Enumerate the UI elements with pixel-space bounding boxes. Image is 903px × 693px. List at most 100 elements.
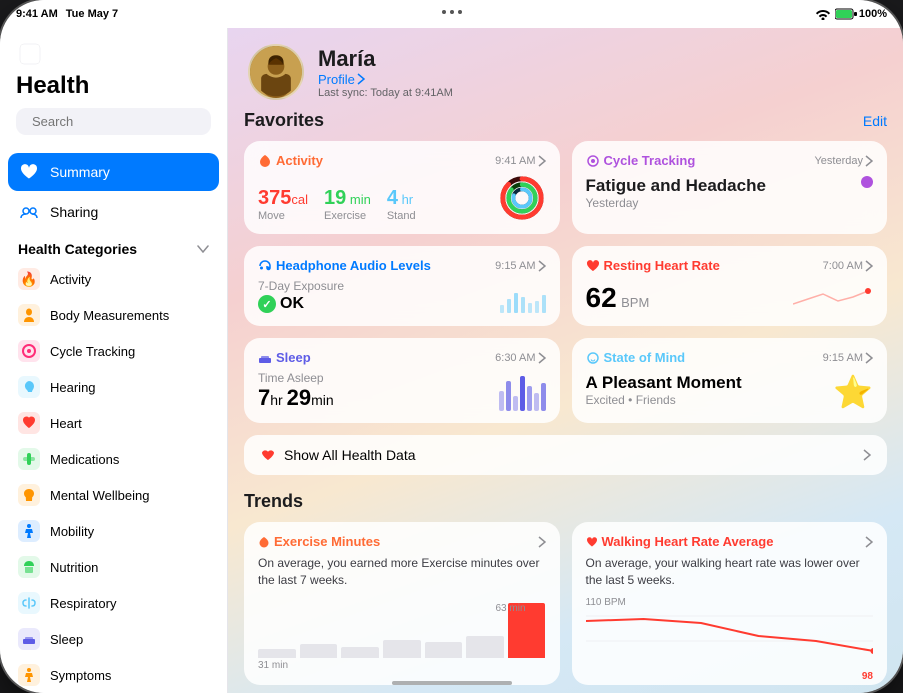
sidebar-item-sleep[interactable]: Sleep — [8, 621, 219, 657]
trends-grid: Exercise Minutes On average, you earned … — [244, 522, 887, 685]
mental-wellbeing-label: Mental Wellbeing — [50, 488, 149, 503]
sidebar-item-body-measurements[interactable]: Body Measurements — [8, 297, 219, 333]
sidebar-header: Health — [0, 28, 227, 153]
resting-heart-rate-card[interactable]: Resting Heart Rate 7:00 AM 62 — [572, 246, 888, 326]
respiratory-label: Respiratory — [50, 596, 116, 611]
status-time: 9:41 AM — [16, 8, 58, 20]
mobility-cat-icon — [18, 520, 40, 542]
medications-cat-icon — [18, 448, 40, 470]
activity-card-title: Activity — [258, 153, 323, 168]
search-bar[interactable] — [16, 108, 211, 135]
heart-rate-card-title: Resting Heart Rate — [586, 258, 720, 273]
favorites-grid: Activity 9:41 AM 375cal — [244, 141, 887, 423]
sidebar-item-sharing[interactable]: Sharing — [8, 193, 219, 231]
wifi-icon — [815, 8, 831, 20]
headphone-time: 9:15 AM — [495, 260, 545, 272]
profile-name: María — [318, 46, 453, 72]
profile-link[interactable]: Profile — [318, 72, 453, 87]
nutrition-label: Nutrition — [50, 560, 98, 575]
sharing-nav-icon — [18, 201, 40, 223]
cycle-tracking-card-title: Cycle Tracking — [586, 153, 696, 168]
sharing-label: Sharing — [50, 204, 98, 220]
fatigue-title: Fatigue and Headache — [586, 176, 766, 196]
battery-level: 100% — [859, 8, 887, 20]
sleep-bars — [499, 376, 546, 411]
main-content: María Profile Last sync: Today at 9:41AM… — [228, 28, 903, 693]
walking-hr-chart: 110 BPM 98 — [586, 597, 874, 667]
sidebar-nav: Summary Sharing Health C — [0, 153, 227, 693]
exercise-trend-chart: 63 min — [258, 603, 546, 673]
state-of-mind-card[interactable]: State of Mind 9:15 AM A Pleasant Moment — [572, 338, 888, 423]
sidebar-item-heart[interactable]: Heart — [8, 405, 219, 441]
headphone-card-title: Headphone Audio Levels — [258, 258, 431, 273]
app-icon — [16, 40, 44, 68]
sleep-duration: 7hr 29min — [258, 385, 334, 411]
sidebar-item-summary[interactable]: Summary — [8, 153, 219, 191]
activity-ring — [498, 174, 546, 222]
chevron-down-icon — [197, 245, 209, 253]
sleep-label: Sleep — [50, 632, 83, 647]
activity-card[interactable]: Activity 9:41 AM 375cal — [244, 141, 560, 234]
walking-hr-chevron — [865, 536, 873, 548]
sleep-card[interactable]: Sleep 6:30 AM Time Asleep — [244, 338, 560, 423]
exercise-minutes-trend[interactable]: Exercise Minutes On average, you earned … — [244, 522, 560, 685]
cycle-time: Yesterday — [814, 155, 873, 167]
cycle-tracking-card[interactable]: Cycle Tracking Yesterday Fatigue and Hea… — [572, 141, 888, 234]
star-icon: ⭐ — [833, 373, 873, 411]
headphone-audio-card[interactable]: Headphone Audio Levels 9:15 AM 7-Day Exp… — [244, 246, 560, 326]
symptoms-cat-icon — [18, 664, 40, 686]
profile-sync: Last sync: Today at 9:41AM — [318, 87, 453, 99]
show-all-health-button[interactable]: Show All Health Data — [244, 435, 887, 475]
exercise-trend-title: Exercise Minutes — [258, 534, 380, 549]
hearing-cat-icon — [18, 376, 40, 398]
sidebar-item-respiratory[interactable]: Respiratory — [8, 585, 219, 621]
cycle-dot — [861, 176, 873, 188]
sidebar-item-cycle-tracking[interactable]: Cycle Tracking — [8, 333, 219, 369]
exercise-trend-chevron — [538, 536, 546, 548]
sleep-cat-icon — [18, 628, 40, 650]
profile-bar: María Profile Last sync: Today at 9:41AM — [228, 28, 903, 110]
device-screen: 9:41 AM Tue May 7 100% — [0, 0, 903, 693]
activity-stats: 375cal Move 19 min Exercise 4 hr — [258, 187, 416, 222]
body-measurements-cat-icon — [18, 304, 40, 326]
heart-cat-icon — [18, 412, 40, 434]
state-of-mind-title: State of Mind — [586, 350, 686, 365]
walking-heart-rate-trend[interactable]: Walking Heart Rate Average On average, y… — [572, 522, 888, 685]
health-categories-title: Health Categories — [18, 241, 137, 257]
mental-wellbeing-cat-icon — [18, 484, 40, 506]
walking-hr-bottom: 98 — [586, 671, 874, 682]
sidebar-item-nutrition[interactable]: Nutrition — [8, 549, 219, 585]
sidebar-item-mobility[interactable]: Mobility — [8, 513, 219, 549]
exercise-trend-desc: On average, you earned more Exercise min… — [258, 555, 546, 589]
sidebar-item-symptoms[interactable]: Symptoms — [8, 657, 219, 693]
status-bar: 9:41 AM Tue May 7 100% — [0, 0, 903, 28]
activity-label: Activity — [50, 272, 91, 287]
profile-info: María Profile Last sync: Today at 9:41AM — [318, 46, 453, 99]
symptoms-label: Symptoms — [50, 668, 111, 683]
fatigue-date: Yesterday — [586, 196, 766, 210]
max-label: 63 min — [495, 603, 525, 614]
walking-hr-desc: On average, your walking heart rate was … — [586, 555, 874, 589]
sidebar-item-medications[interactable]: Medications — [8, 441, 219, 477]
mood-tags: Excited • Friends — [586, 393, 742, 407]
sidebar-item-hearing[interactable]: Hearing — [8, 369, 219, 405]
favorites-header: Favorites Edit — [244, 110, 887, 131]
sidebar-item-mental-wellbeing[interactable]: Mental Wellbeing — [8, 477, 219, 513]
health-categories-header: Health Categories — [8, 233, 219, 261]
activity-cat-icon: 🔥 — [18, 268, 40, 290]
sleep-time-stamp: 6:30 AM — [495, 352, 545, 364]
device-frame: 9:41 AM Tue May 7 100% — [0, 0, 903, 693]
status-date: Tue May 7 — [66, 8, 118, 20]
favorites-title: Favorites — [244, 110, 324, 131]
bpm-value: 62 — [586, 282, 617, 313]
search-input[interactable] — [32, 114, 208, 129]
sidebar-item-activity[interactable]: 🔥 Activity — [8, 261, 219, 297]
walking-hr-top: 110 BPM — [586, 597, 626, 608]
show-all-chevron — [863, 449, 871, 461]
edit-button[interactable]: Edit — [863, 113, 887, 129]
nutrition-cat-icon — [18, 556, 40, 578]
mobility-label: Mobility — [50, 524, 94, 539]
body-measurements-label: Body Measurements — [50, 308, 169, 323]
ok-circle: ✓ — [258, 295, 276, 313]
sidebar: Health — [0, 28, 228, 693]
